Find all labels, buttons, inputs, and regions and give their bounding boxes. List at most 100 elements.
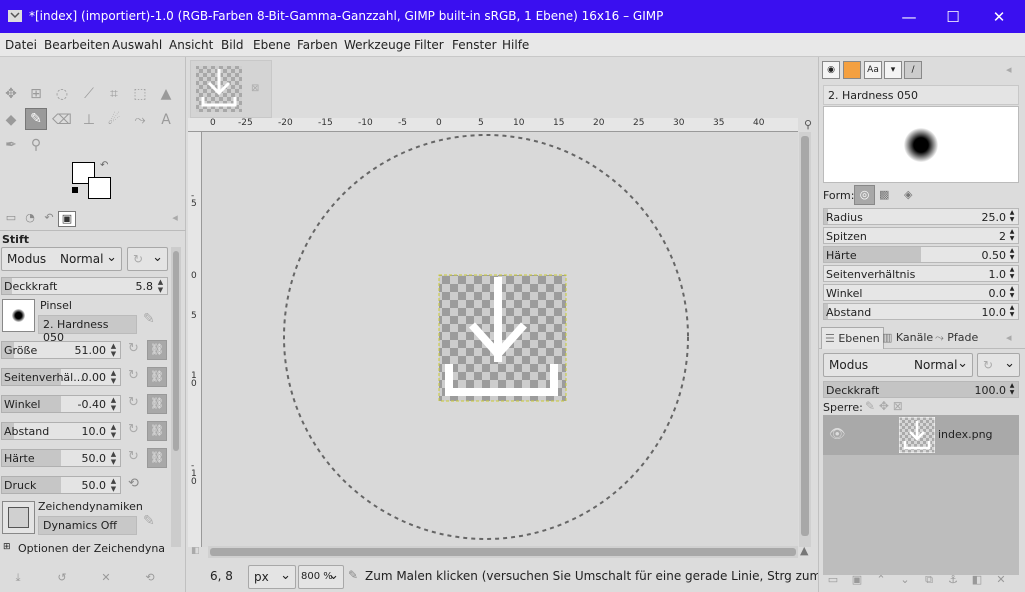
device-status-tab-icon[interactable]: ◔ <box>21 211 39 227</box>
swap-colors-icon[interactable]: ↶ <box>100 160 108 171</box>
link-spacing-icon[interactable]: ⛓ <box>147 421 167 441</box>
menu-datei[interactable]: Datei <box>5 38 37 52</box>
brush-edit-icon[interactable]: ✎ <box>143 311 155 327</box>
menu-auswahl[interactable]: Auswahl <box>112 38 162 52</box>
align-tool-icon[interactable]: ⊞ <box>25 83 47 105</box>
mode-reset-select[interactable]: ↻ ⌄ <box>127 247 168 271</box>
mode-select[interactable]: Modus Normal ⌄ <box>1 247 122 271</box>
zoom-search-icon[interactable]: ⚲ <box>798 118 818 132</box>
menu-bearbeiten[interactable]: Bearbeiten <box>44 38 110 52</box>
reset-size-icon[interactable]: ↻ <box>128 341 139 356</box>
reset-angle-icon[interactable]: ↻ <box>128 395 139 410</box>
dynamics-options-expander[interactable]: Optionen der Zeichendynamik <box>18 542 166 554</box>
dynamics-field[interactable]: Dynamics Off <box>38 516 137 535</box>
move-tool-icon[interactable]: ✥ <box>0 83 22 105</box>
link-hardness-icon[interactable]: ⛓ <box>147 448 167 468</box>
spikes-slider[interactable]: Spitzen 2 ▲ ▼ <box>823 227 1019 244</box>
pencil-tool-icon[interactable]: ✎ <box>25 108 47 130</box>
menu-bild[interactable]: Bild <box>221 38 244 52</box>
dock-menu-icon[interactable]: ◂ <box>1006 63 1012 76</box>
reset-force-icon[interactable]: ⟲ <box>128 476 139 491</box>
dock-menu-icon[interactable]: ◂ <box>1006 331 1012 344</box>
menu-werkzeuge[interactable]: Werkzeuge <box>344 38 411 52</box>
link-angle-icon[interactable]: ⛓ <box>147 394 167 414</box>
menu-ebene[interactable]: Ebene <box>253 38 291 52</box>
lower-layer-icon[interactable]: ⌄ <box>893 573 917 586</box>
patterns-tab-icon[interactable] <box>843 61 861 79</box>
image-canvas[interactable] <box>202 132 798 547</box>
square-shape-icon[interactable]: ▩ <box>879 188 889 201</box>
spin-icon[interactable]: ▲ ▼ <box>155 278 166 294</box>
brush-editor-tab-icon[interactable]: / <box>904 61 922 79</box>
brush-aspect-slider[interactable]: Seitenverhältnis 1.0 ▲ ▼ <box>823 265 1019 282</box>
layer-mode-select[interactable]: Modus Normal ⌄ <box>823 353 973 377</box>
maximize-button[interactable]: ☐ <box>930 0 976 33</box>
angle-slider[interactable]: Winkel -0.40 ▲ ▼ <box>1 395 121 413</box>
spin-icon[interactable]: ▲ ▼ <box>108 396 119 412</box>
duplicate-layer-icon[interactable]: ⧉ <box>917 573 941 587</box>
size-slider[interactable]: Größe 51.00 ▲ ▼ <box>1 341 121 359</box>
layer-mode-reset-select[interactable]: ↻ ⌄ <box>977 353 1020 377</box>
opacity-slider[interactable]: Deckkraft 5.8 ▲ ▼ <box>1 277 168 295</box>
link-size-icon[interactable]: ⛓ <box>147 340 167 360</box>
circle-shape-icon[interactable]: ◎ <box>854 185 875 205</box>
spin-icon[interactable]: ▲ ▼ <box>108 423 119 439</box>
smudge-tool-icon[interactable]: ☄ <box>103 109 125 131</box>
reset-hardness-icon[interactable]: ↻ <box>128 449 139 464</box>
crop-tool-icon[interactable]: ⌗ <box>103 83 125 105</box>
spacing-slider[interactable]: Abstand 10.0 ▲ ▼ <box>1 422 121 440</box>
delete-layer-icon[interactable]: ✕ <box>989 573 1013 586</box>
dynamics-preview-button[interactable] <box>2 501 35 534</box>
tab-layers[interactable]: ☰ Ebenen <box>821 327 884 349</box>
spin-icon[interactable]: ▲ ▼ <box>1007 266 1017 280</box>
lock-pixels-icon[interactable]: ✎ ✥ ⊠ <box>865 399 903 413</box>
warp-tool-icon[interactable]: ▲ <box>155 83 177 105</box>
brush-editor-name[interactable]: 2. Hardness 050 <box>823 85 1019 105</box>
spin-icon[interactable]: ▲ ▼ <box>108 450 119 466</box>
anchor-layer-icon[interactable]: ⚓ <box>941 573 965 586</box>
brush-angle-slider[interactable]: Winkel 0.0 ▲ ▼ <box>823 284 1019 301</box>
unit-select[interactable]: px ⌄ <box>248 565 296 589</box>
reset-spacing-icon[interactable]: ↻ <box>128 422 139 437</box>
tab-paths[interactable]: ⤳ Pfade <box>932 327 981 349</box>
reset-aspect-icon[interactable]: ↻ <box>128 368 139 383</box>
layer-opacity-slider[interactable]: Deckkraft 100.0 ▲ ▼ <box>823 381 1019 398</box>
menu-ansicht[interactable]: Ansicht <box>169 38 213 52</box>
reset-options-icon[interactable]: ⟲ <box>138 571 162 584</box>
restore-options-icon[interactable]: ↺ <box>50 571 74 584</box>
mask-layer-icon[interactable]: ◧ <box>965 573 989 586</box>
horizontal-scrollbar[interactable] <box>208 546 798 558</box>
menu-fenster[interactable]: Fenster <box>452 38 497 52</box>
delete-options-icon[interactable]: ✕ <box>94 571 118 584</box>
images-tab-icon[interactable]: ▣ <box>58 211 76 227</box>
clone-tool-icon[interactable]: ⊥ <box>78 109 100 131</box>
save-options-icon[interactable]: ⤓ <box>6 571 30 585</box>
image-layer[interactable] <box>438 274 567 402</box>
new-group-icon[interactable]: ▣ <box>845 573 869 586</box>
transform-tool-icon[interactable]: ⬚ <box>129 83 151 105</box>
spin-icon[interactable]: ▲ ▼ <box>1007 304 1017 318</box>
minimize-button[interactable]: — <box>886 0 932 33</box>
zoom-select[interactable]: 800 % ⌄ <box>298 565 344 589</box>
brushes-tab-icon[interactable]: ◉ <box>822 61 840 79</box>
diamond-shape-icon[interactable]: ◈ <box>904 188 912 201</box>
fonts-tab-icon[interactable]: Aa <box>864 61 882 79</box>
spin-icon[interactable]: ▲ ▼ <box>108 342 119 358</box>
spin-icon[interactable]: ▲ ▼ <box>108 477 119 493</box>
color-picker-icon[interactable]: ✒ <box>0 134 22 156</box>
horizontal-scroll-thumb[interactable] <box>210 548 796 556</box>
brush-name-field[interactable]: 2. Hardness 050 <box>38 315 137 344</box>
raise-layer-icon[interactable]: ⌃ <box>869 573 893 586</box>
force-slider[interactable]: Druck 50.0 ▲ ▼ <box>1 476 121 494</box>
tab-channels[interactable]: ▥ Kanäle <box>879 327 936 349</box>
document-history-tab-icon[interactable]: ▾ <box>884 61 902 79</box>
spin-icon[interactable]: ▲ ▼ <box>1007 382 1017 396</box>
text-tool-icon[interactable]: A <box>155 109 177 131</box>
undo-history-tab-icon[interactable]: ↶ <box>40 211 58 227</box>
vertical-scrollbar[interactable] <box>799 132 811 547</box>
spin-icon[interactable]: ▲ ▼ <box>1007 247 1017 261</box>
menu-hilfe[interactable]: Hilfe <box>502 38 529 52</box>
brush-spacing-slider[interactable]: Abstand 10.0 ▲ ▼ <box>823 303 1019 320</box>
paths-tool-icon[interactable]: ⤳ <box>129 109 151 131</box>
navigate-icon[interactable]: ▲ <box>800 544 808 557</box>
